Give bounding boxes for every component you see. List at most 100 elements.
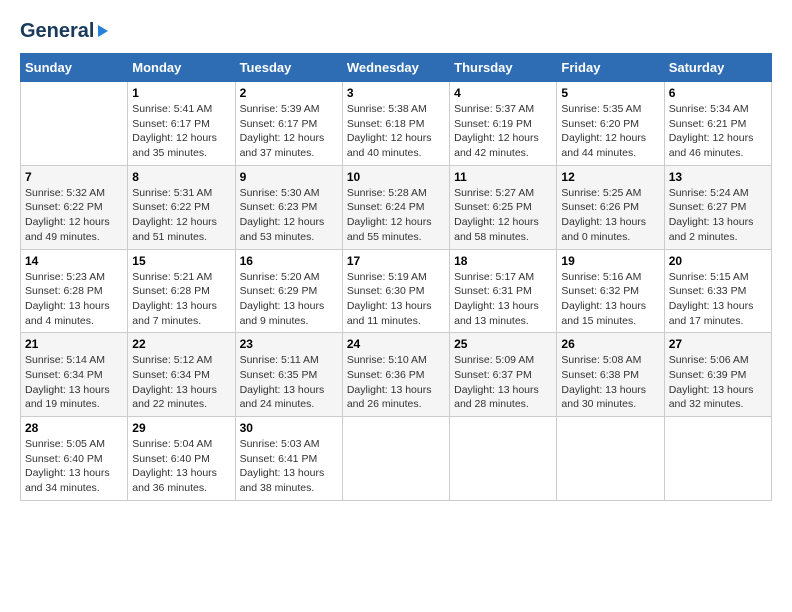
day-info: Sunrise: 5:31 AM Sunset: 6:22 PM Dayligh… bbox=[132, 186, 230, 245]
day-number: 28 bbox=[25, 421, 123, 435]
weekday-header-wednesday: Wednesday bbox=[342, 54, 449, 82]
day-number: 26 bbox=[561, 337, 659, 351]
day-number: 4 bbox=[454, 86, 552, 100]
day-number: 2 bbox=[240, 86, 338, 100]
day-info: Sunrise: 5:05 AM Sunset: 6:40 PM Dayligh… bbox=[25, 437, 123, 496]
day-info: Sunrise: 5:08 AM Sunset: 6:38 PM Dayligh… bbox=[561, 353, 659, 412]
calendar-cell bbox=[342, 417, 449, 501]
day-info: Sunrise: 5:41 AM Sunset: 6:17 PM Dayligh… bbox=[132, 102, 230, 161]
day-info: Sunrise: 5:14 AM Sunset: 6:34 PM Dayligh… bbox=[25, 353, 123, 412]
calendar-week-5: 28 Sunrise: 5:05 AM Sunset: 6:40 PM Dayli… bbox=[21, 417, 772, 501]
day-info: Sunrise: 5:12 AM Sunset: 6:34 PM Dayligh… bbox=[132, 353, 230, 412]
day-number: 14 bbox=[25, 254, 123, 268]
calendar-week-4: 21 Sunrise: 5:14 AM Sunset: 6:34 PM Dayli… bbox=[21, 333, 772, 417]
calendar-cell: 4 Sunrise: 5:37 AM Sunset: 6:19 PM Daylig… bbox=[450, 82, 557, 166]
calendar-cell: 6 Sunrise: 5:34 AM Sunset: 6:21 PM Daylig… bbox=[664, 82, 771, 166]
day-number: 15 bbox=[132, 254, 230, 268]
day-info: Sunrise: 5:03 AM Sunset: 6:41 PM Dayligh… bbox=[240, 437, 338, 496]
calendar-cell: 20 Sunrise: 5:15 AM Sunset: 6:33 PM Dayli… bbox=[664, 249, 771, 333]
calendar-cell: 15 Sunrise: 5:21 AM Sunset: 6:28 PM Dayli… bbox=[128, 249, 235, 333]
day-number: 7 bbox=[25, 170, 123, 184]
calendar-cell: 11 Sunrise: 5:27 AM Sunset: 6:25 PM Dayli… bbox=[450, 165, 557, 249]
calendar-cell bbox=[450, 417, 557, 501]
calendar-cell: 7 Sunrise: 5:32 AM Sunset: 6:22 PM Daylig… bbox=[21, 165, 128, 249]
calendar-cell: 12Sunrise: 5:25 AM Sunset: 6:26 PM Dayli… bbox=[557, 165, 664, 249]
weekday-header-monday: Monday bbox=[128, 54, 235, 82]
day-number: 24 bbox=[347, 337, 445, 351]
day-info: Sunrise: 5:25 AM Sunset: 6:26 PM Dayligh… bbox=[561, 186, 659, 245]
calendar-table: SundayMondayTuesdayWednesdayThursdayFrid… bbox=[20, 53, 772, 501]
calendar-cell: 3 Sunrise: 5:38 AM Sunset: 6:18 PM Daylig… bbox=[342, 82, 449, 166]
calendar-cell: 14 Sunrise: 5:23 AM Sunset: 6:28 PM Dayli… bbox=[21, 249, 128, 333]
calendar-cell: 25 Sunrise: 5:09 AM Sunset: 6:37 PM Dayli… bbox=[450, 333, 557, 417]
calendar-cell bbox=[664, 417, 771, 501]
calendar-header-row: SundayMondayTuesdayWednesdayThursdayFrid… bbox=[21, 54, 772, 82]
day-info: Sunrise: 5:20 AM Sunset: 6:29 PM Dayligh… bbox=[240, 270, 338, 329]
day-info: Sunrise: 5:28 AM Sunset: 6:24 PM Dayligh… bbox=[347, 186, 445, 245]
day-number: 6 bbox=[669, 86, 767, 100]
weekday-header-saturday: Saturday bbox=[664, 54, 771, 82]
calendar-cell: 30Sunrise: 5:03 AM Sunset: 6:41 PM Dayli… bbox=[235, 417, 342, 501]
day-number: 10 bbox=[347, 170, 445, 184]
weekday-header-friday: Friday bbox=[557, 54, 664, 82]
day-number: 29 bbox=[132, 421, 230, 435]
day-number: 18 bbox=[454, 254, 552, 268]
calendar-cell: 18 Sunrise: 5:17 AM Sunset: 6:31 PM Dayli… bbox=[450, 249, 557, 333]
day-info: Sunrise: 5:15 AM Sunset: 6:33 PM Dayligh… bbox=[669, 270, 767, 329]
calendar-cell: 21 Sunrise: 5:14 AM Sunset: 6:34 PM Dayli… bbox=[21, 333, 128, 417]
day-number: 17 bbox=[347, 254, 445, 268]
day-number: 19 bbox=[561, 254, 659, 268]
day-number: 13 bbox=[669, 170, 767, 184]
day-info: Sunrise: 5:30 AM Sunset: 6:23 PM Dayligh… bbox=[240, 186, 338, 245]
day-info: Sunrise: 5:32 AM Sunset: 6:22 PM Dayligh… bbox=[25, 186, 123, 245]
day-number: 5 bbox=[561, 86, 659, 100]
calendar-cell: 16 Sunrise: 5:20 AM Sunset: 6:29 PM Dayli… bbox=[235, 249, 342, 333]
day-info: Sunrise: 5:27 AM Sunset: 6:25 PM Dayligh… bbox=[454, 186, 552, 245]
calendar-cell bbox=[557, 417, 664, 501]
day-info: Sunrise: 5:04 AM Sunset: 6:40 PM Dayligh… bbox=[132, 437, 230, 496]
day-info: Sunrise: 5:38 AM Sunset: 6:18 PM Dayligh… bbox=[347, 102, 445, 161]
logo-general-text: General bbox=[20, 20, 94, 43]
day-number: 9 bbox=[240, 170, 338, 184]
calendar-cell: 29 Sunrise: 5:04 AM Sunset: 6:40 PM Dayli… bbox=[128, 417, 235, 501]
day-number: 25 bbox=[454, 337, 552, 351]
calendar-cell: 28 Sunrise: 5:05 AM Sunset: 6:40 PM Dayli… bbox=[21, 417, 128, 501]
day-info: Sunrise: 5:11 AM Sunset: 6:35 PM Dayligh… bbox=[240, 353, 338, 412]
weekday-header-thursday: Thursday bbox=[450, 54, 557, 82]
logo-arrow-icon bbox=[98, 25, 108, 37]
day-info: Sunrise: 5:35 AM Sunset: 6:20 PM Dayligh… bbox=[561, 102, 659, 161]
day-number: 23 bbox=[240, 337, 338, 351]
calendar-cell: 19Sunrise: 5:16 AM Sunset: 6:32 PM Dayli… bbox=[557, 249, 664, 333]
calendar-cell: 1Sunrise: 5:41 AM Sunset: 6:17 PM Daylig… bbox=[128, 82, 235, 166]
day-info: Sunrise: 5:21 AM Sunset: 6:28 PM Dayligh… bbox=[132, 270, 230, 329]
day-number: 20 bbox=[669, 254, 767, 268]
calendar-week-2: 7 Sunrise: 5:32 AM Sunset: 6:22 PM Daylig… bbox=[21, 165, 772, 249]
calendar-cell: 22 Sunrise: 5:12 AM Sunset: 6:34 PM Dayli… bbox=[128, 333, 235, 417]
weekday-header-tuesday: Tuesday bbox=[235, 54, 342, 82]
day-number: 11 bbox=[454, 170, 552, 184]
calendar-cell bbox=[21, 82, 128, 166]
calendar-cell: 27Sunrise: 5:06 AM Sunset: 6:39 PM Dayli… bbox=[664, 333, 771, 417]
calendar-cell: 13 Sunrise: 5:24 AM Sunset: 6:27 PM Dayli… bbox=[664, 165, 771, 249]
calendar-cell: 17 Sunrise: 5:19 AM Sunset: 6:30 PM Dayli… bbox=[342, 249, 449, 333]
calendar-cell: 2 Sunrise: 5:39 AM Sunset: 6:17 PM Daylig… bbox=[235, 82, 342, 166]
calendar-cell: 8 Sunrise: 5:31 AM Sunset: 6:22 PM Daylig… bbox=[128, 165, 235, 249]
day-info: Sunrise: 5:37 AM Sunset: 6:19 PM Dayligh… bbox=[454, 102, 552, 161]
day-number: 22 bbox=[132, 337, 230, 351]
day-number: 8 bbox=[132, 170, 230, 184]
calendar-cell: 5 Sunrise: 5:35 AM Sunset: 6:20 PM Daylig… bbox=[557, 82, 664, 166]
day-info: Sunrise: 5:24 AM Sunset: 6:27 PM Dayligh… bbox=[669, 186, 767, 245]
day-info: Sunrise: 5:34 AM Sunset: 6:21 PM Dayligh… bbox=[669, 102, 767, 161]
day-info: Sunrise: 5:23 AM Sunset: 6:28 PM Dayligh… bbox=[25, 270, 123, 329]
day-number: 21 bbox=[25, 337, 123, 351]
calendar-week-3: 14 Sunrise: 5:23 AM Sunset: 6:28 PM Dayli… bbox=[21, 249, 772, 333]
day-number: 27 bbox=[669, 337, 767, 351]
calendar-cell: 24Sunrise: 5:10 AM Sunset: 6:36 PM Dayli… bbox=[342, 333, 449, 417]
day-info: Sunrise: 5:09 AM Sunset: 6:37 PM Dayligh… bbox=[454, 353, 552, 412]
calendar-week-1: 1Sunrise: 5:41 AM Sunset: 6:17 PM Daylig… bbox=[21, 82, 772, 166]
day-number: 16 bbox=[240, 254, 338, 268]
day-info: Sunrise: 5:19 AM Sunset: 6:30 PM Dayligh… bbox=[347, 270, 445, 329]
day-info: Sunrise: 5:17 AM Sunset: 6:31 PM Dayligh… bbox=[454, 270, 552, 329]
day-info: Sunrise: 5:39 AM Sunset: 6:17 PM Dayligh… bbox=[240, 102, 338, 161]
day-number: 3 bbox=[347, 86, 445, 100]
